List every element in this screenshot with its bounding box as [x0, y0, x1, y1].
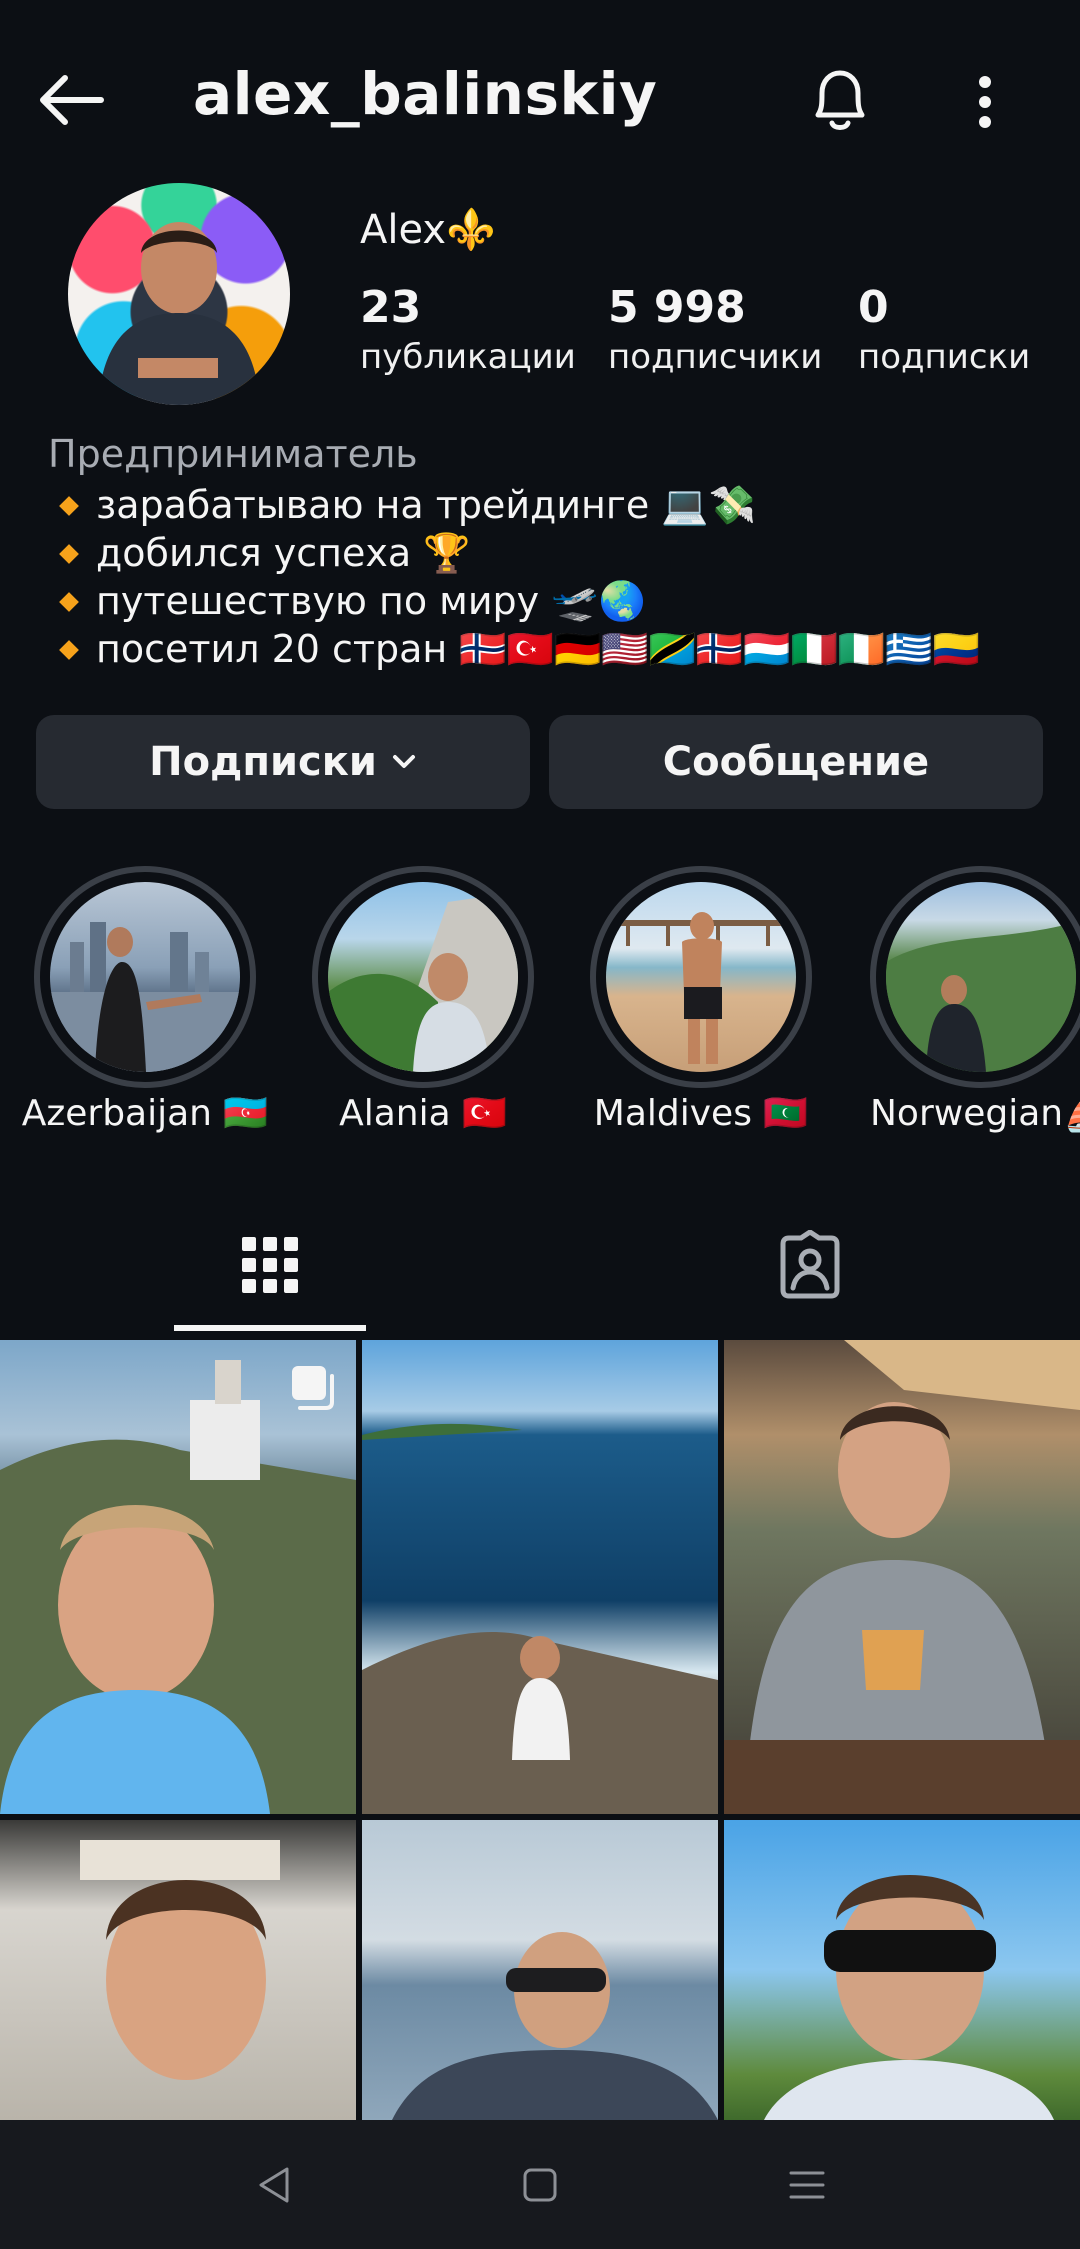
bullet-diamond-icon [59, 495, 79, 516]
nav-home-button[interactable] [505, 2150, 575, 2220]
profile-category: Предприниматель [48, 432, 418, 476]
highlight-ring [590, 866, 812, 1088]
triangle-back-icon [259, 2167, 289, 2203]
stat-following[interactable]: 0 подписки [858, 282, 1030, 377]
bullet-diamond-icon [59, 639, 79, 660]
carousel-icon [292, 1366, 334, 1410]
stat-posts-label: публикации [360, 337, 576, 377]
highlight-cover-image [50, 882, 240, 1072]
tab-grid[interactable] [174, 1215, 366, 1315]
bio-text: добился успеха 🏆 [96, 531, 471, 575]
highlight-ring [870, 866, 1080, 1088]
menu-lines-icon [789, 2171, 825, 2199]
notifications-button[interactable] [800, 60, 880, 140]
highlight-ring [34, 866, 256, 1088]
highlight-label: Norwegian⛵ [870, 1093, 1080, 1134]
following-button[interactable]: Подписки [36, 715, 530, 809]
bio-text: путешествую по миру 🛫🌏 [96, 579, 646, 623]
nav-recents-button[interactable] [772, 2150, 842, 2220]
highlight-item[interactable]: Azerbaijan 🇦🇿 [22, 866, 268, 1134]
stat-posts-count: 23 [360, 282, 422, 333]
highlight-item[interactable]: Norwegian⛵ [870, 866, 1080, 1134]
tagged-person-icon [780, 1230, 840, 1299]
post-thumbnail[interactable] [724, 1820, 1080, 2120]
tab-tagged[interactable] [714, 1215, 906, 1315]
stat-following-label: подписки [858, 337, 1031, 377]
grid-icon [242, 1237, 298, 1293]
nav-back-button[interactable] [240, 2150, 310, 2220]
highlight-label: Maldives 🇲🇻 [593, 1093, 809, 1134]
highlight-item[interactable]: Maldives 🇲🇻 [590, 866, 812, 1134]
message-button[interactable]: Сообщение [549, 715, 1043, 809]
post-thumbnail[interactable] [362, 1340, 718, 1814]
bell-icon [815, 70, 865, 130]
bio-line: путешествую по миру 🛫🌏 [59, 579, 646, 624]
bullet-diamond-icon [59, 591, 79, 612]
back-button[interactable] [30, 62, 110, 138]
stat-followers[interactable]: 5 998 подписчики [608, 282, 822, 377]
chevron-down-icon [392, 755, 415, 768]
tab-active-indicator [174, 1325, 366, 1331]
post-thumbnail[interactable] [0, 1820, 356, 2120]
stat-followers-count: 5 998 [608, 282, 746, 333]
bio-text: посетил 20 стран 🇳🇴🇹🇷🇩🇪🇺🇸🇹🇿🇳🇴🇱🇺🇮🇹🇮🇪🇬🇷🇨🇴 [96, 627, 980, 671]
more-options-button[interactable] [950, 64, 1020, 140]
bio-line: добился успеха 🏆 [59, 531, 471, 576]
highlight-cover-image [886, 882, 1076, 1072]
bullet-diamond-icon [59, 543, 79, 564]
post-thumbnail[interactable] [362, 1820, 718, 2120]
profile-display-name: Alex⚜️ [360, 207, 496, 253]
system-navigation-bar [0, 2120, 1080, 2249]
profile-username: alex_balinskiy [193, 60, 658, 128]
stat-following-count: 0 [858, 282, 889, 333]
stat-followers-label: подписчики [608, 337, 823, 377]
more-vertical-icon [979, 76, 991, 128]
post-thumbnail[interactable] [724, 1340, 1080, 1814]
highlight-item[interactable]: Alania 🇹🇷 [312, 866, 534, 1134]
post-thumbnail[interactable] [0, 1340, 356, 1814]
highlight-cover-image [606, 882, 796, 1072]
highlight-ring [312, 866, 534, 1088]
square-home-icon [523, 2168, 557, 2202]
message-button-label: Сообщение [662, 739, 930, 785]
following-button-label: Подписки [149, 739, 377, 785]
arrow-left-icon [40, 75, 104, 125]
bio-line: посетил 20 стран 🇳🇴🇹🇷🇩🇪🇺🇸🇹🇿🇳🇴🇱🇺🇮🇹🇮🇪🇬🇷🇨🇴 [59, 627, 980, 672]
highlight-label: Alania 🇹🇷 [339, 1093, 507, 1134]
stat-posts[interactable]: 23 публикации [360, 282, 576, 377]
bio-text: зарабатываю на трейдинге 💻💸 [96, 483, 756, 527]
highlight-label: Azerbaijan 🇦🇿 [21, 1093, 269, 1134]
bio-line: зарабатываю на трейдинге 💻💸 [59, 483, 756, 528]
highlight-cover-image [328, 882, 518, 1072]
profile-avatar[interactable] [68, 183, 290, 405]
